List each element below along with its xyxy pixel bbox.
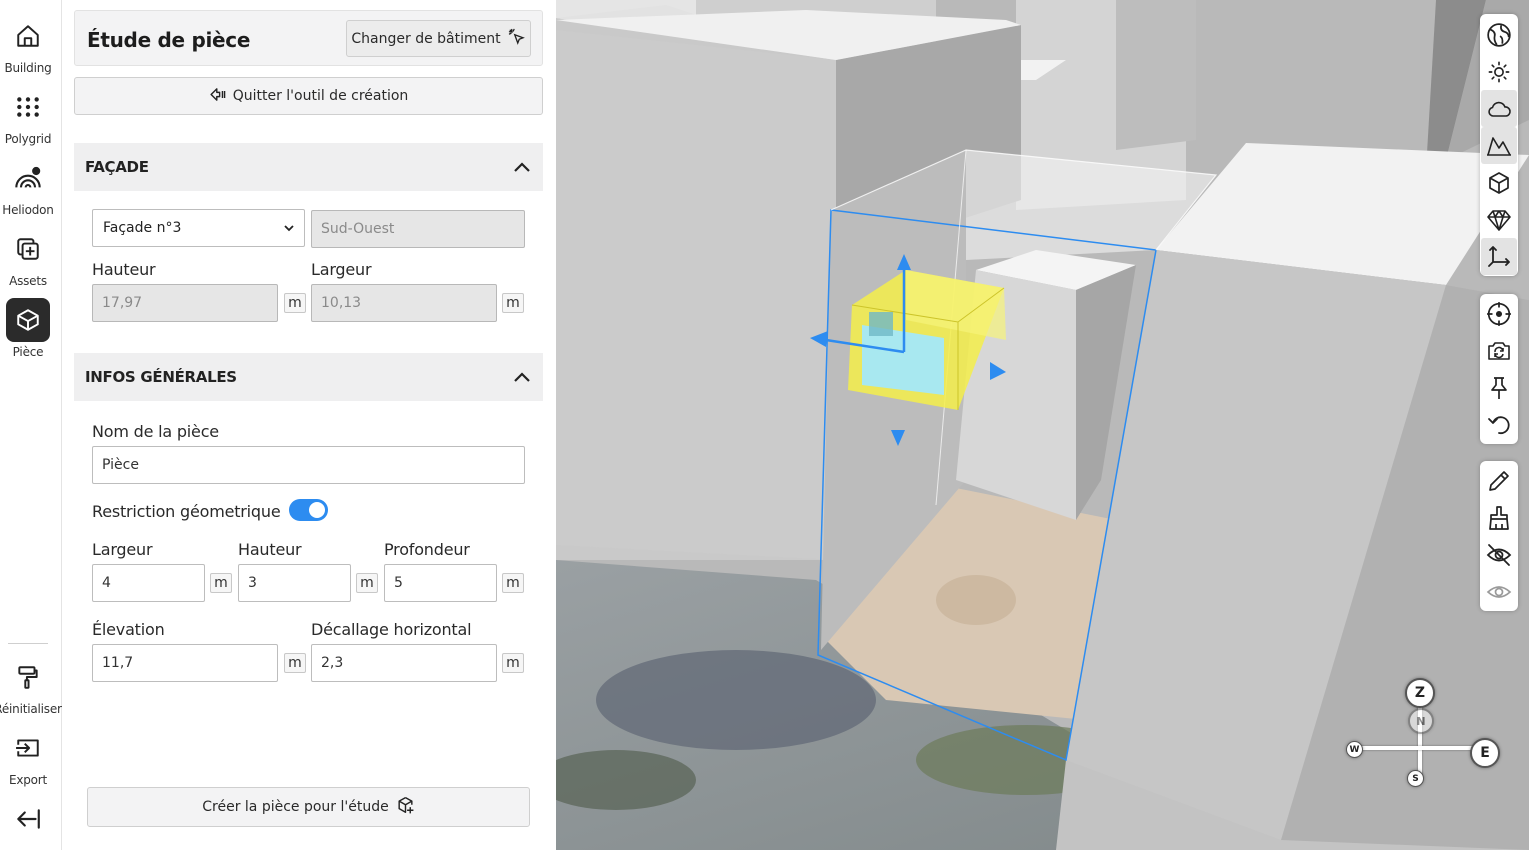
sun-icon[interactable] (1481, 53, 1517, 90)
room-width-label: Largeur (92, 540, 153, 559)
facade-height-unit: m (284, 293, 306, 313)
panel-header: Étude de pièce Changer de bâtiment (74, 10, 543, 66)
pencil-icon[interactable] (1481, 462, 1517, 499)
horizontal-offset-unit: m (502, 653, 524, 673)
3d-viewport[interactable]: Z N E W S (556, 0, 1529, 850)
chevron-up-icon (513, 158, 531, 177)
room-depth-field[interactable] (384, 564, 497, 602)
view-tools-group (1480, 14, 1518, 276)
heliodon-icon (6, 156, 50, 200)
exit-arrow-icon (209, 86, 226, 107)
nav-rail: Building Polygrid Heliodon Assets Pièce … (0, 0, 62, 850)
room-depth-label: Profondeur (384, 540, 470, 559)
undo-icon[interactable] (1481, 406, 1517, 443)
axis-s-button[interactable]: S (1407, 770, 1424, 787)
rail-item-assets[interactable]: Assets (0, 227, 56, 288)
collapse-panel-button[interactable] (0, 797, 56, 841)
diamond-icon[interactable] (1481, 201, 1517, 238)
quit-tool-label: Quitter l'outil de création (232, 88, 409, 104)
rail-label-reset: Réinitialiser (0, 702, 62, 716)
panel-title: Étude de pièce (87, 28, 251, 52)
general-info-section-header[interactable]: INFOS GÉNÉRALES (74, 353, 543, 401)
facade-section-title: FAÇADE (85, 158, 149, 176)
rail-item-building[interactable]: Building (0, 14, 56, 75)
rail-divider (8, 643, 48, 644)
room-height-field[interactable] (238, 564, 351, 602)
paint-roller-icon (6, 655, 50, 699)
rail-label-polygrid: Polygrid (4, 132, 52, 146)
facade-select[interactable]: Façade n°3 (92, 209, 305, 247)
chevron-down-icon (284, 220, 294, 236)
rail-label-building: Building (4, 61, 52, 75)
axis-w-button[interactable]: W (1346, 741, 1363, 758)
rail-item-reset[interactable]: Réinitialiser (0, 655, 62, 716)
axis-line-horizontal (1351, 746, 1486, 750)
home-icon (6, 14, 50, 58)
room-width-unit: m (210, 573, 232, 593)
room-width-field[interactable] (92, 564, 205, 602)
terrain-icon[interactable] (1481, 127, 1517, 164)
3d-scene (556, 0, 1529, 850)
rail-label-export: Export (8, 773, 48, 787)
eye-off-icon[interactable] (1481, 536, 1517, 573)
add-box-icon (396, 796, 415, 819)
room-name-label: Nom de la pièce (92, 422, 219, 441)
geometric-restriction-label: Restriction géometrique (92, 502, 281, 521)
horizontal-offset-field[interactable] (311, 644, 497, 682)
rail-item-polygrid[interactable]: Polygrid (0, 85, 56, 146)
camera-rotate-icon[interactable] (1481, 332, 1517, 369)
axes-icon[interactable] (1481, 238, 1517, 275)
room-study-panel: Étude de pièce Changer de bâtiment Quitt… (62, 0, 556, 850)
edit-tools-group (1480, 461, 1518, 611)
rail-label-heliodon: Heliodon (2, 203, 54, 217)
quit-tool-button[interactable]: Quitter l'outil de création (74, 77, 543, 115)
cloud-icon[interactable] (1481, 90, 1517, 127)
rail-label-assets: Assets (9, 274, 47, 288)
room-height-label: Hauteur (238, 540, 302, 559)
facade-section-header[interactable]: FAÇADE (74, 143, 543, 191)
toggle-knob (309, 502, 325, 518)
target-icon[interactable] (1481, 295, 1517, 332)
elevation-label: Élevation (92, 620, 165, 639)
facade-select-value: Façade n°3 (103, 220, 182, 236)
axis-z-button[interactable]: Z (1405, 678, 1435, 708)
create-room-label: Créer la pièce pour l'étude (202, 799, 389, 815)
export-icon (6, 726, 50, 770)
brush-icon[interactable] (1481, 499, 1517, 536)
pointer-click-icon (508, 28, 526, 50)
rail-label-piece: Pièce (12, 345, 44, 359)
facade-width-label: Largeur (311, 260, 372, 279)
orientation-field[interactable] (311, 210, 525, 248)
eye-icon[interactable] (1481, 573, 1517, 610)
rail-item-heliodon[interactable]: Heliodon (0, 156, 56, 217)
general-info-section-title: INFOS GÉNÉRALES (85, 368, 237, 386)
facade-height-field[interactable] (92, 284, 278, 322)
horizontal-offset-label: Décallage horizontal (311, 620, 472, 639)
room-box-icon (6, 298, 50, 342)
room-name-field[interactable] (92, 446, 525, 484)
elevation-unit: m (284, 653, 306, 673)
elevation-field[interactable] (92, 644, 278, 682)
add-asset-icon (6, 227, 50, 271)
facade-width-unit: m (502, 293, 524, 313)
facade-height-label: Hauteur (92, 260, 156, 279)
geometric-restriction-toggle[interactable] (289, 499, 328, 521)
camera-tools-group (1480, 294, 1518, 444)
axis-e-button[interactable]: E (1470, 738, 1500, 768)
rail-item-piece[interactable]: Pièce (0, 298, 56, 359)
chevron-up-icon (513, 368, 531, 387)
room-depth-unit: m (502, 573, 524, 593)
change-building-button[interactable]: Changer de bâtiment (346, 20, 531, 57)
axis-n-button[interactable]: N (1408, 708, 1434, 734)
room-height-unit: m (356, 573, 378, 593)
globe-icon[interactable] (1481, 16, 1517, 53)
pin-icon[interactable] (1481, 369, 1517, 406)
change-building-label: Changer de bâtiment (351, 30, 501, 47)
cube-icon[interactable] (1481, 164, 1517, 201)
facade-width-field[interactable] (311, 284, 497, 322)
rail-item-export[interactable]: Export (0, 726, 56, 787)
create-room-button[interactable]: Créer la pièce pour l'étude (87, 787, 530, 827)
grid-dots-icon (6, 85, 50, 129)
collapse-arrow-icon (6, 797, 50, 841)
